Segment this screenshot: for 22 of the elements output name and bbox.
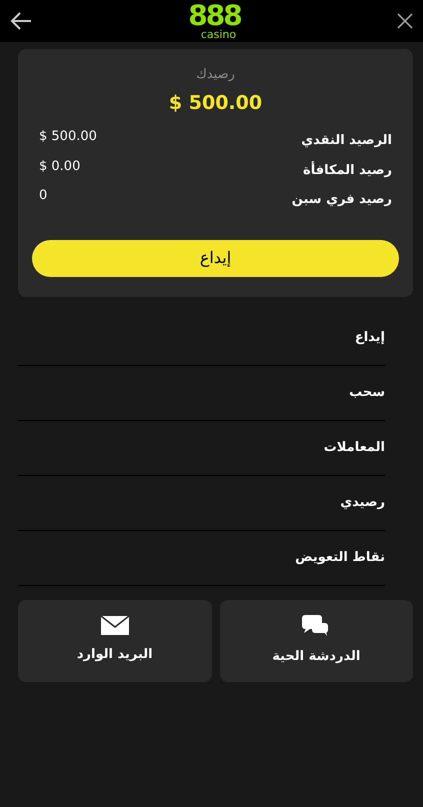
balance-label: الرصيد النقدي (301, 132, 392, 150)
balance-value: $ 0.00 (39, 158, 80, 176)
close-icon[interactable] (396, 13, 413, 29)
live-chat-button[interactable]: الدردشة الحية (220, 600, 413, 682)
card-title: رصيدك (195, 66, 236, 84)
menu-item[interactable]: نقاط التعويض (295, 548, 385, 568)
menu-item[interactable]: المعاملات (324, 438, 385, 458)
balance-value: 0 (39, 187, 48, 205)
menu-item[interactable]: سحب (349, 382, 385, 402)
balance-label: رصيد فري سبن (292, 191, 392, 209)
balance-value: $ 500.00 (39, 128, 97, 146)
deposit-button[interactable]: إيداع (32, 240, 399, 276)
menu-item[interactable]: إيداع (354, 328, 385, 348)
envelope-icon (100, 616, 129, 636)
balance-label: رصيد المكافأة (303, 160, 392, 180)
total-balance: $ 500.00 (168, 90, 264, 116)
logo-word: casino (200, 28, 236, 40)
logo-digits: 888 (188, 2, 241, 28)
chat-bubbles-icon (302, 614, 330, 637)
inbox-button[interactable]: البريد الوارد (18, 600, 212, 682)
menu-item[interactable]: رصيدي (340, 492, 385, 512)
back-arrow-icon[interactable] (10, 12, 32, 30)
